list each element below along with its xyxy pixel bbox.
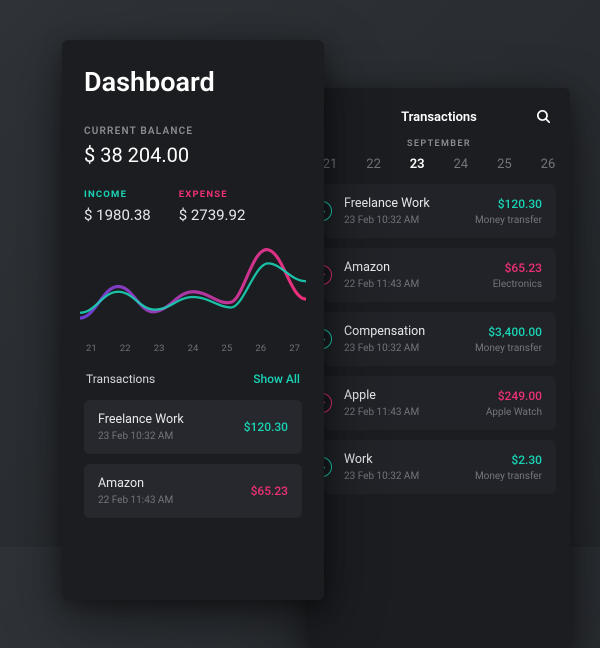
balance-value: $ 38 204.00 <box>84 143 302 167</box>
transaction-title: Freelance Work <box>98 412 184 427</box>
screen-title: Transactions <box>401 110 477 125</box>
transaction-row[interactable]: Compensation23 Feb 10:32 AM $3,400.00Mon… <box>322 312 556 366</box>
transaction-row[interactable]: Work23 Feb 10:32 AM $2.30Money transfer <box>322 440 556 494</box>
expense-value: $ 2739.92 <box>179 206 246 224</box>
income-label: INCOME <box>84 189 151 200</box>
transaction-row[interactable]: Freelance Work23 Feb 10:32 AM $120.30Mon… <box>322 184 556 238</box>
month-label: SEPTEMBER <box>308 139 570 149</box>
date-option[interactable]: 24 <box>447 157 475 172</box>
income-value: $ 1980.38 <box>84 206 151 224</box>
transaction-card[interactable]: Freelance Work 23 Feb 10:32 AM $120.30 <box>84 400 302 454</box>
transaction-date: 22 Feb 11:43 AM <box>98 495 173 506</box>
chart-line-expense <box>80 250 306 318</box>
show-all-link[interactable]: Show All <box>253 372 300 386</box>
search-icon[interactable] <box>535 108 552 129</box>
expense-label: EXPENSE <box>179 189 246 200</box>
chart-axis: 21 22 23 24 25 26 27 <box>84 339 302 354</box>
transaction-date: 23 Feb 10:32 AM <box>98 431 184 442</box>
balance-chart <box>80 234 306 339</box>
transaction-row[interactable]: Apple22 Feb 11:43 AM $249.00Apple Watch <box>322 376 556 430</box>
date-option[interactable]: 26 <box>534 157 562 172</box>
page-title: Dashboard <box>84 66 302 98</box>
income-stat: INCOME $ 1980.38 <box>84 189 151 224</box>
date-option[interactable]: 22 <box>360 157 388 172</box>
date-option[interactable]: 25 <box>490 157 518 172</box>
expense-stat: EXPENSE $ 2739.92 <box>179 189 246 224</box>
balance-label: CURRENT BALANCE <box>84 126 302 137</box>
date-option-selected[interactable]: 23 <box>403 157 431 172</box>
transaction-row[interactable]: Amazon22 Feb 11:43 AM $65.23Electronics <box>322 248 556 302</box>
transaction-card[interactable]: Amazon 22 Feb 11:43 AM $65.23 <box>84 464 302 518</box>
transactions-label: Transactions <box>86 372 155 386</box>
transaction-title: Amazon <box>98 476 173 491</box>
transaction-amount: $120.30 <box>244 420 288 434</box>
transaction-amount: $65.23 <box>251 484 288 498</box>
dashboard-screen: Dashboard CURRENT BALANCE $ 38 204.00 IN… <box>62 40 324 600</box>
date-picker[interactable]: 21 22 23 24 25 26 <box>308 157 570 184</box>
transactions-screen: Transactions SEPTEMBER 21 22 23 24 25 26… <box>308 88 570 648</box>
